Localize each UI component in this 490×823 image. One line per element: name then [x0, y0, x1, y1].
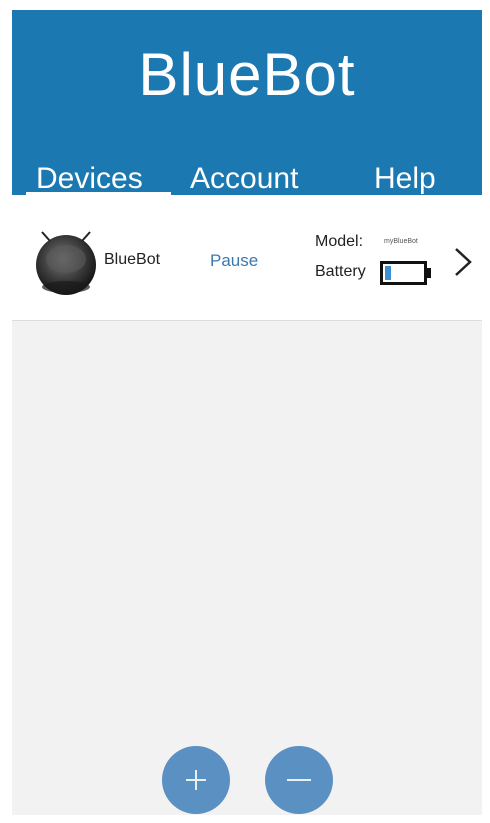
model-label: Model: [315, 233, 364, 250]
tab-help[interactable]: Help [374, 162, 436, 196]
battery-label: Battery [315, 263, 366, 280]
app-screen: BlueBot Devices Account Help BlueBot Pau [12, 10, 482, 815]
app-header: BlueBot Devices Account Help [12, 10, 482, 196]
battery-icon [380, 261, 431, 285]
device-status-pause[interactable]: Pause [210, 251, 258, 271]
device-list-item[interactable]: BlueBot Pause Model: myBlueBot Battery [12, 195, 482, 321]
plus-icon [186, 770, 206, 790]
tab-bar: Devices Account Help [12, 158, 482, 196]
chevron-right-icon[interactable] [452, 245, 474, 279]
device-name: BlueBot [104, 251, 161, 268]
tab-account[interactable]: Account [190, 162, 298, 196]
device-list-empty-area [12, 321, 482, 815]
app-title: BlueBot [138, 41, 356, 108]
model-value: myBlueBot [384, 238, 418, 245]
add-device-button[interactable] [162, 746, 230, 814]
minus-icon [287, 779, 311, 781]
tab-devices[interactable]: Devices [36, 162, 143, 196]
robot-vacuum-icon [36, 231, 96, 295]
remove-device-button[interactable] [265, 746, 333, 814]
